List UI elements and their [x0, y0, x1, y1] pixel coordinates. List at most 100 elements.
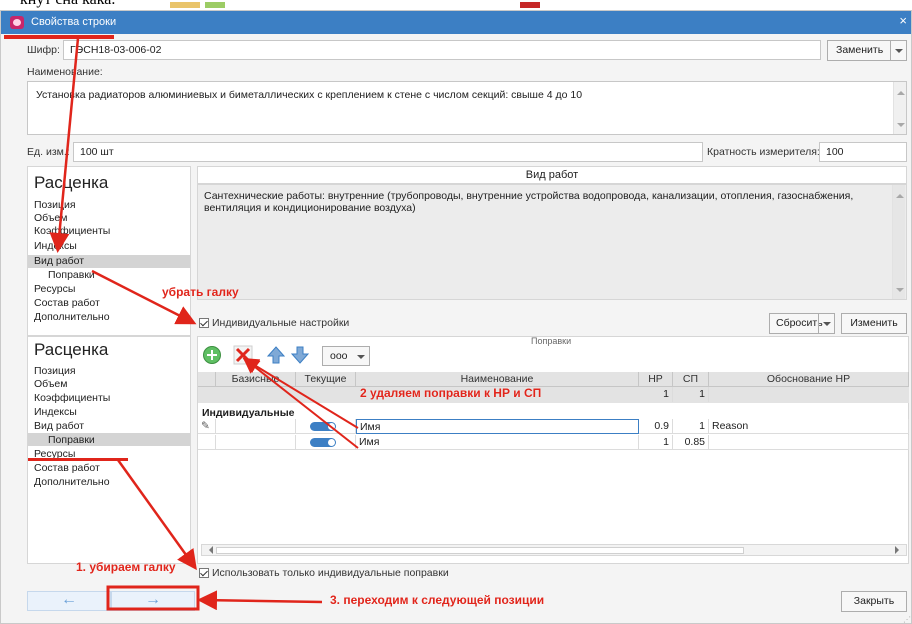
nav-item-coefficients[interactable]: Коэффициенты: [34, 225, 110, 237]
column-header-base[interactable]: Базисные: [216, 372, 296, 387]
app-icon: [10, 16, 24, 29]
row-edit-indicator-icon: ✎: [198, 419, 216, 434]
nav-item-volume[interactable]: Объем: [34, 212, 67, 224]
name-scrollbar[interactable]: [893, 82, 906, 134]
cell-sp[interactable]: 0.85: [673, 435, 709, 450]
cell-base[interactable]: [216, 435, 296, 450]
close-button[interactable]: Закрыть: [841, 591, 907, 612]
nav-item-corrections[interactable]: Поправки: [48, 434, 95, 446]
replace-button[interactable]: Заменить: [827, 40, 907, 61]
resize-grip-icon[interactable]: ⋰: [903, 615, 911, 624]
scroll-up-icon[interactable]: [896, 190, 904, 198]
change-button[interactable]: Изменить: [841, 313, 907, 334]
cell-name[interactable]: Имя: [356, 435, 639, 450]
nav-item-additional[interactable]: Дополнительно: [34, 476, 110, 488]
nav-item-additional[interactable]: Дополнительно: [34, 311, 110, 323]
annotation-uncheck: убрать галку: [162, 285, 239, 299]
nav-item-indexes[interactable]: Индексы: [34, 406, 77, 418]
chevron-down-icon[interactable]: [890, 41, 906, 60]
more-options-button[interactable]: ооо: [322, 346, 370, 366]
nav-item-work-composition[interactable]: Состав работ: [34, 297, 100, 309]
annotation-step1: 1. убираем галку: [76, 560, 176, 574]
cell-nr-reason[interactable]: Reason: [709, 419, 909, 434]
reset-button[interactable]: Сбросить: [769, 313, 835, 334]
scroll-down-icon[interactable]: [896, 288, 904, 296]
replace-button-label: Заменить: [836, 44, 884, 56]
cell-nr[interactable]: 0.9: [639, 419, 673, 434]
column-header-sp[interactable]: СП: [673, 372, 709, 387]
more-options-label: ооо: [330, 350, 348, 362]
scrollbar-thumb[interactable]: [216, 547, 744, 554]
grid-row-indicator-header: [198, 372, 216, 387]
background-document-strip: кнут сна кака.: [0, 0, 912, 10]
cell-nr[interactable]: 1: [639, 435, 673, 450]
cell-name-editing[interactable]: Имя: [356, 419, 639, 434]
table-row-base[interactable]: 1 1: [198, 387, 909, 403]
nav-item-indexes[interactable]: Индексы: [34, 240, 77, 252]
cell-sp: 1: [673, 387, 709, 402]
scroll-right-icon[interactable]: [895, 546, 903, 554]
close-icon[interactable]: ×: [899, 13, 907, 28]
chevron-down-icon[interactable]: [353, 347, 369, 365]
unit-label: Ед. изм.:: [27, 146, 70, 158]
next-button[interactable]: →: [111, 591, 195, 611]
previous-button[interactable]: ←: [27, 591, 111, 611]
nav-panel-top: Расценка Позиция Объем Коэффициенты Инде…: [27, 166, 191, 336]
nav-item-work-type[interactable]: Вид работ: [34, 255, 84, 267]
column-header-name[interactable]: Наименование: [356, 372, 639, 387]
grid-horizontal-scrollbar[interactable]: [201, 544, 907, 556]
nav-item-position[interactable]: Позиция: [34, 199, 76, 211]
table-row[interactable]: ✎ Имя 0.9 1 Reason: [198, 419, 909, 435]
nav-item-coefficients[interactable]: Коэффициенты: [34, 392, 110, 404]
window-title: Свойства строки: [31, 16, 117, 28]
nav-item-work-composition[interactable]: Состав работ: [34, 462, 100, 474]
column-header-nr-reason[interactable]: Обоснование НР: [709, 372, 909, 387]
nav-panel-bottom: Расценка Позиция Объем Коэффициенты Инде…: [27, 336, 191, 564]
annotation-remove-corrections: 2 удаляем поправки к НР и СП: [360, 386, 542, 400]
move-up-icon[interactable]: [266, 345, 286, 365]
nav-item-volume[interactable]: Объем: [34, 378, 67, 390]
work-type-header: Вид работ: [197, 166, 907, 184]
name-field[interactable]: Установка радиаторов алюминиевых и бимет…: [27, 81, 907, 135]
unit-field[interactable]: 100 шт: [73, 142, 703, 162]
code-field[interactable]: ГЭСН18-03-006-02: [63, 40, 821, 60]
nav-item-resources[interactable]: Ресурсы: [34, 283, 75, 295]
nav-item-corrections[interactable]: Поправки: [48, 269, 95, 281]
cell-base[interactable]: [216, 419, 296, 434]
work-type-text-area[interactable]: Сантехнические работы: внутренние (трубо…: [197, 184, 907, 300]
current-toggle[interactable]: [310, 422, 336, 431]
chevron-down-icon[interactable]: [818, 314, 834, 333]
table-row[interactable]: Имя 1 0.85: [198, 435, 909, 451]
cell-nr-reason[interactable]: [709, 435, 909, 450]
multiplicity-label: Кратность измерителя:: [707, 146, 820, 158]
change-button-label: Изменить: [850, 317, 898, 329]
multiplicity-field[interactable]: 100: [819, 142, 907, 162]
nav-item-resources[interactable]: Ресурсы: [34, 448, 75, 460]
nav-item-position[interactable]: Позиция: [34, 365, 76, 377]
add-icon[interactable]: [202, 345, 222, 365]
nav-title: Расценка: [34, 173, 109, 192]
cell-sp[interactable]: 1: [673, 419, 709, 434]
move-down-icon[interactable]: [290, 345, 310, 365]
background-color-swatch: [205, 2, 225, 8]
work-type-scrollbar[interactable]: [892, 185, 905, 299]
background-color-swatch: [520, 2, 540, 8]
current-toggle[interactable]: [310, 438, 336, 447]
row-indicator: [198, 435, 216, 450]
title-bar: Свойства строки ×: [1, 11, 911, 34]
scroll-up-icon[interactable]: [897, 87, 905, 95]
delete-icon[interactable]: [233, 345, 253, 365]
arrow-right-icon: →: [145, 591, 161, 608]
scroll-down-icon[interactable]: [897, 123, 905, 131]
only-individual-checkbox[interactable]: [199, 568, 209, 578]
column-header-nr[interactable]: НР: [639, 372, 673, 387]
individual-settings-checkbox[interactable]: [199, 318, 209, 328]
column-header-current[interactable]: Текущие: [296, 372, 356, 387]
cell-current[interactable]: [296, 435, 356, 450]
individual-settings-label: Индивидуальные настройки: [212, 317, 350, 329]
cell-current[interactable]: [296, 419, 356, 434]
nav-title: Расценка: [34, 340, 109, 359]
scroll-left-icon[interactable]: [205, 546, 213, 554]
background-text: кнут сна кака.: [20, 0, 115, 9]
nav-item-work-type[interactable]: Вид работ: [34, 420, 84, 432]
